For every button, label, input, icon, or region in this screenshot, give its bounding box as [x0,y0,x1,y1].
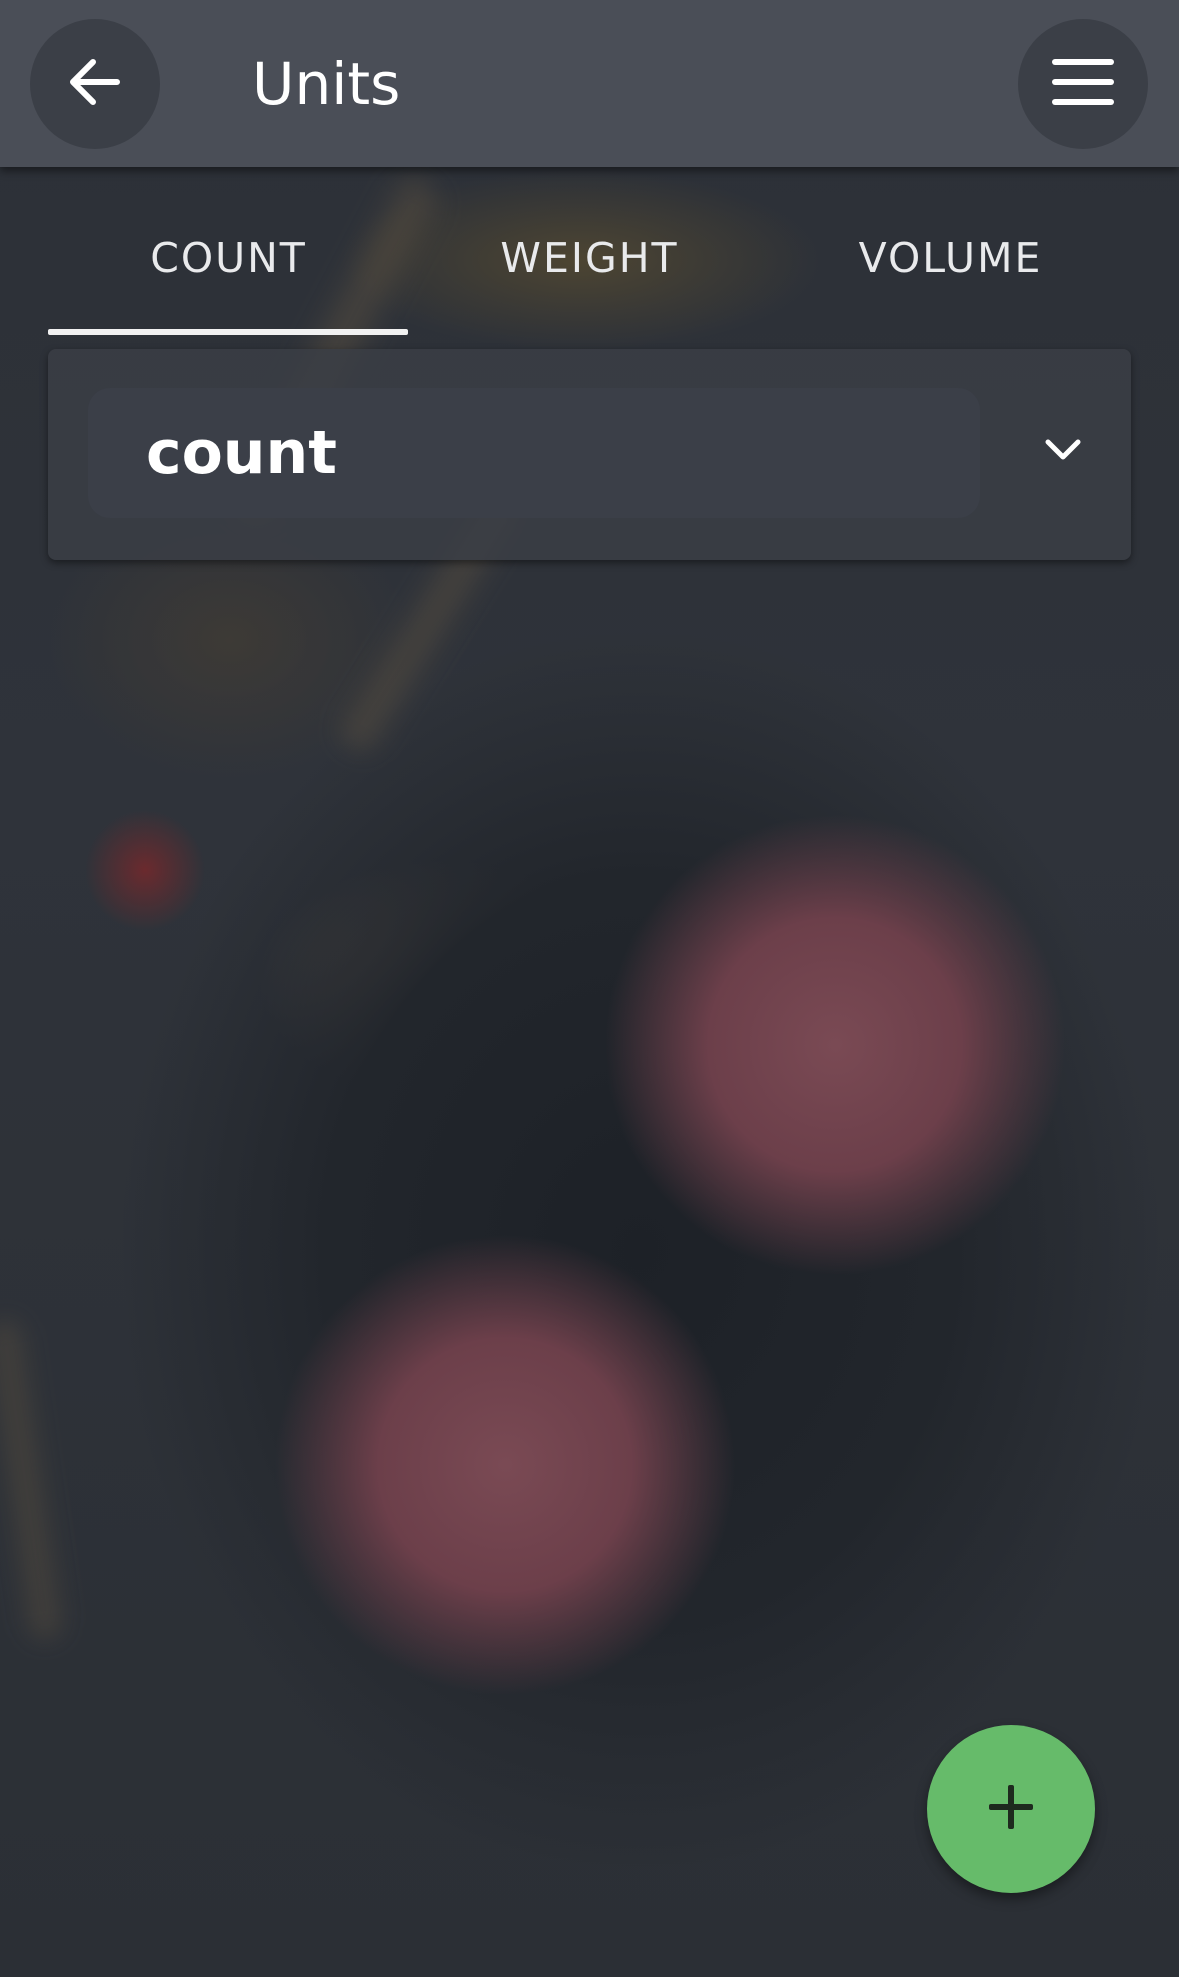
hamburger-menu-icon [1050,57,1116,111]
page-title: Units [252,50,401,118]
app-bar: Units [0,0,1179,167]
back-button[interactable] [30,19,160,149]
unit-type-tabs: COUNT WEIGHT VOLUME [48,200,1131,336]
unit-select-panel: count [48,349,1131,560]
unit-select-value: count [146,418,337,488]
tab-volume[interactable]: VOLUME [770,200,1131,336]
tab-weight[interactable]: WEIGHT [409,200,770,336]
arrow-left-icon [65,52,125,116]
unit-dropdown-toggle[interactable] [1018,407,1108,497]
add-unit-button[interactable] [927,1725,1095,1893]
selected-tab-indicator [48,329,408,335]
tab-count[interactable]: COUNT [48,200,409,336]
menu-button[interactable] [1018,19,1148,149]
unit-select-field[interactable]: count [88,388,980,518]
plus-icon [986,1782,1036,1836]
chevron-down-icon [1043,437,1083,467]
